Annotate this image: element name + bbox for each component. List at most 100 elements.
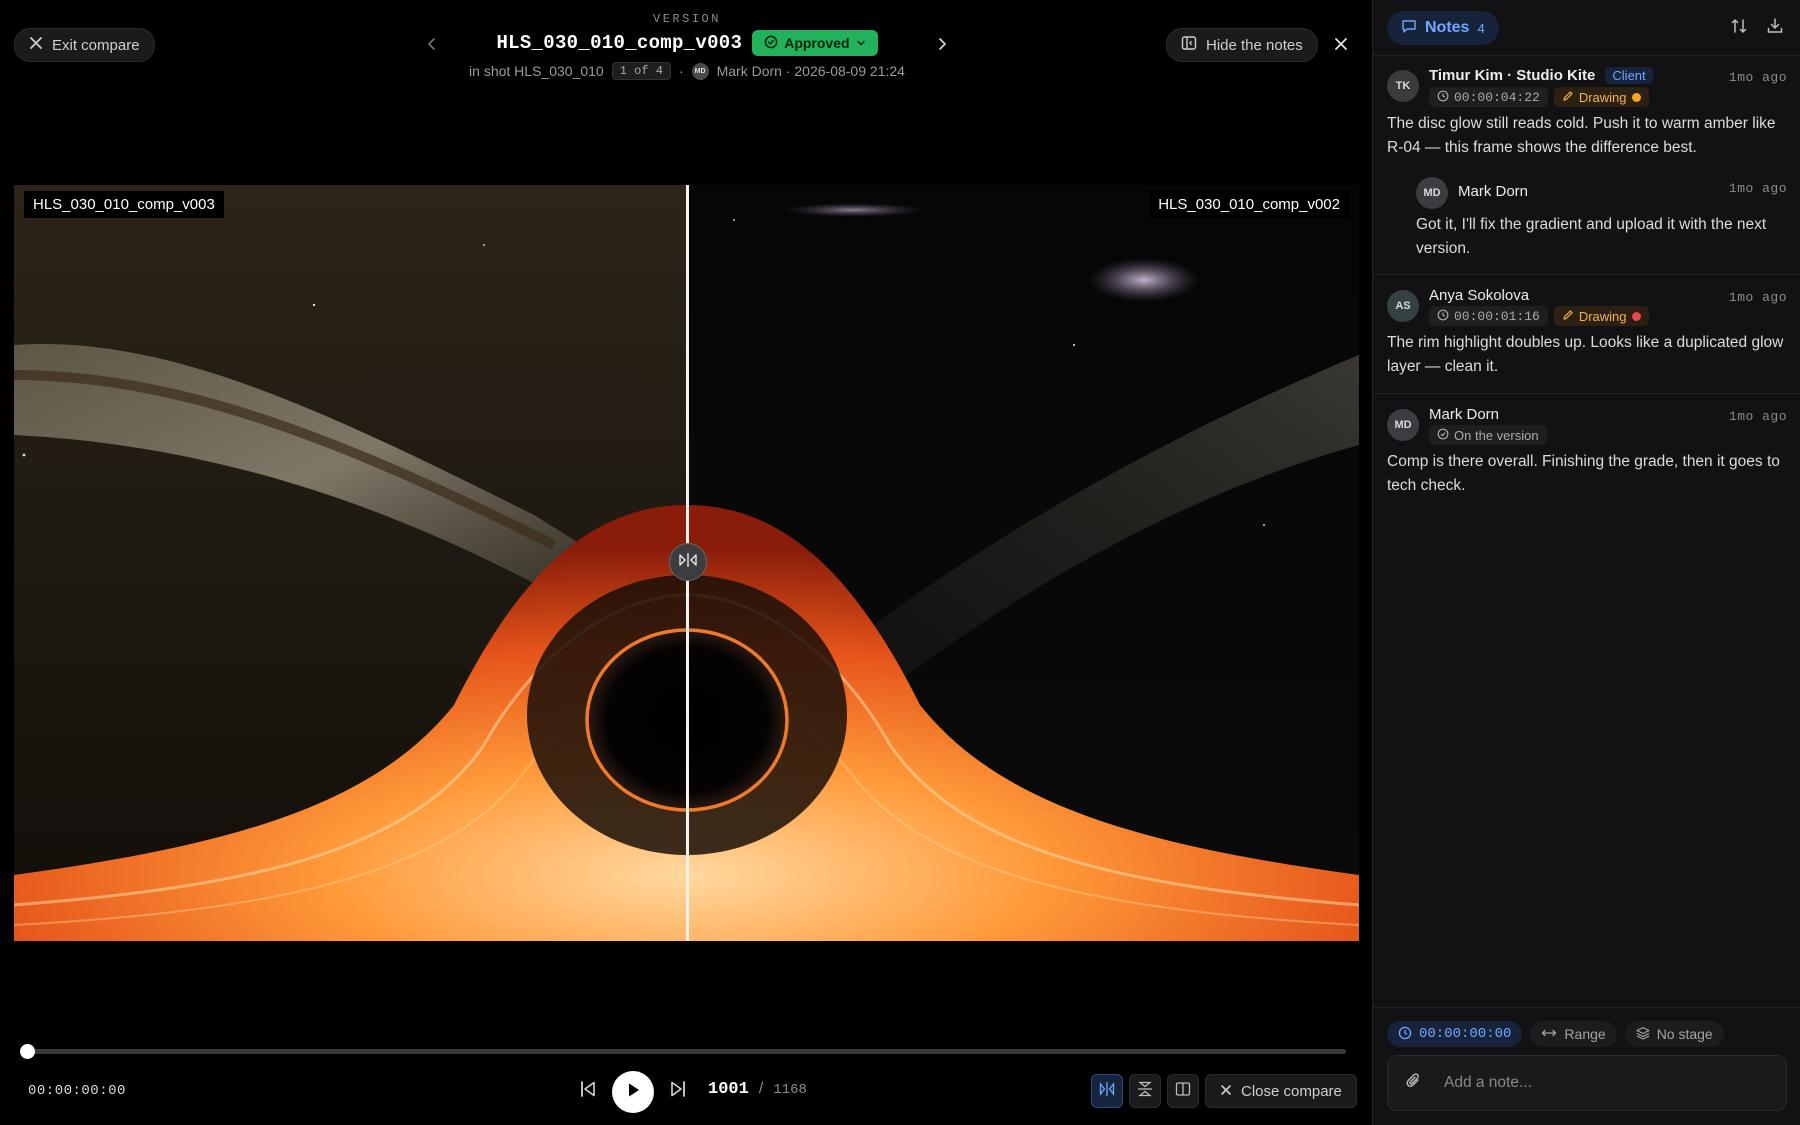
drawing-chip-label: Drawing: [1578, 308, 1627, 324]
composer-timecode: 00:00:00:00: [1419, 1026, 1512, 1042]
pencil-icon: [1562, 309, 1574, 324]
skip-back-icon: [578, 1079, 598, 1104]
note-author: Timur Kim · Studio Kite Client: [1429, 67, 1653, 84]
composer-timecode-chip[interactable]: 00:00:00:00: [1387, 1021, 1523, 1047]
note-input[interactable]: [1444, 1074, 1774, 1092]
version-header: VERSION HLS_030_010_comp_v003 Approved i…: [400, 12, 974, 80]
hide-notes-label: Hide the notes: [1206, 36, 1303, 54]
pencil-icon: [1562, 90, 1574, 105]
split-vertical-mode-button[interactable]: [1129, 1074, 1161, 1108]
side-by-side-mode-button[interactable]: [1167, 1074, 1199, 1108]
notes-header: Notes 4: [1373, 0, 1800, 56]
drawing-chip[interactable]: Drawing: [1553, 306, 1649, 326]
note-composer: [1387, 1055, 1787, 1111]
notes-panel: Notes 4 TK Timur Kim · Studio Kite Client…: [1372, 0, 1800, 1125]
timecode-chip-label: 00:00:04:22: [1454, 89, 1540, 105]
split-horizontal-mode-button[interactable]: [1091, 1074, 1123, 1108]
version-kicker: VERSION: [653, 12, 721, 26]
check-circle-icon: [1437, 428, 1449, 443]
compare-stage[interactable]: HLS_030_010_comp_v003 HLS_030_010_comp_v…: [14, 185, 1359, 941]
client-badge: Client: [1605, 67, 1653, 84]
timecode-chip[interactable]: 00:00:01:16: [1429, 306, 1548, 326]
note-item[interactable]: AS Anya Sokolova 1mo ago 00:00:01:16 Dra…: [1373, 275, 1800, 394]
close-viewer-button[interactable]: [1328, 33, 1354, 59]
scope-chip: On the version: [1429, 425, 1547, 445]
frame-separator: /: [758, 1080, 764, 1097]
note-time: 1mo ago: [1728, 70, 1787, 85]
composer-options: 00:00:00:00 Range No stage: [1387, 1021, 1724, 1047]
exit-compare-button[interactable]: Exit compare: [14, 28, 155, 62]
notes-count: 4: [1477, 20, 1485, 36]
drawing-color-dot: [1631, 92, 1641, 102]
download-icon: [1766, 17, 1784, 40]
version-title: HLS_030_010_comp_v003: [496, 32, 743, 54]
chevron-right-icon: [936, 36, 948, 57]
status-badge[interactable]: Approved: [752, 30, 878, 56]
download-button[interactable]: [1763, 16, 1787, 40]
skip-back-button[interactable]: [576, 1078, 600, 1104]
version-title-row: HLS_030_010_comp_v003 Approved: [400, 30, 974, 56]
notes-tab[interactable]: Notes 4: [1387, 11, 1499, 45]
layers-icon: [1636, 1026, 1650, 1043]
range-chip[interactable]: Range: [1530, 1021, 1617, 1047]
scope-chip-label: On the version: [1454, 427, 1539, 443]
clock-icon: [1437, 90, 1449, 105]
hide-notes-button[interactable]: Hide the notes: [1166, 28, 1318, 62]
review-viewer: Exit compare VERSION HLS_030_010_comp_v0…: [0, 0, 1372, 1125]
note-chips: 00:00:04:22 Drawing: [1429, 87, 1649, 107]
split-arrows-icon: [678, 552, 698, 573]
skip-forward-button[interactable]: [666, 1078, 690, 1104]
note-chips: 00:00:01:16 Drawing: [1429, 306, 1649, 326]
split-handle[interactable]: [669, 543, 707, 581]
note-item[interactable]: MD Mark Dorn 1mo ago On the version Comp…: [1373, 394, 1800, 509]
current-timecode: 00:00:00:00: [28, 1083, 126, 1099]
split-wipe-icon: [1099, 1081, 1115, 1102]
play-icon: [624, 1081, 642, 1104]
avatar: AS: [1387, 290, 1419, 322]
note-time: 1mo ago: [1728, 290, 1787, 305]
shot-text: in shot HLS_030_010: [469, 63, 604, 79]
note-author: Mark Dorn: [1429, 406, 1500, 423]
reply-author: Mark Dorn: [1458, 183, 1529, 200]
timecode-chip-label: 00:00:01:16: [1454, 308, 1540, 324]
panel-icon: [1181, 35, 1197, 55]
timeline-scrubber[interactable]: [28, 1049, 1346, 1054]
clock-icon: [1398, 1026, 1412, 1043]
status-label: Approved: [784, 35, 850, 51]
version-meta-row: in shot HLS_030_010 1 of 4 · MD Mark Dor…: [400, 62, 974, 80]
note-item[interactable]: TK Timur Kim · Studio Kite Client 1mo ago…: [1373, 56, 1800, 275]
drawing-color-dot: [1631, 311, 1641, 321]
sort-button[interactable]: [1727, 16, 1751, 40]
reply-body: Got it, I'll fix the gradient and upload…: [1416, 216, 1767, 257]
timecode-chip[interactable]: 00:00:04:22: [1429, 87, 1548, 107]
side-by-side-icon: [1175, 1081, 1191, 1102]
attach-button[interactable]: [1402, 1071, 1426, 1095]
sort-icon: [1730, 17, 1748, 40]
play-button[interactable]: [612, 1071, 654, 1113]
stage-chip[interactable]: No stage: [1624, 1021, 1724, 1047]
note-author-name: Timur Kim · Studio Kite: [1429, 67, 1596, 84]
next-version-button[interactable]: [930, 34, 954, 58]
range-label: Range: [1564, 1026, 1606, 1042]
total-frames: 1168: [773, 1082, 807, 1098]
drawing-chip-label: Drawing: [1578, 89, 1627, 105]
close-compare-button[interactable]: Close compare: [1205, 1074, 1357, 1108]
note-chips: On the version: [1429, 425, 1547, 445]
right-version-label: HLS_030_010_comp_v002: [1149, 191, 1349, 218]
paperclip-icon: [1405, 1072, 1423, 1095]
current-frame: 1001: [708, 1080, 749, 1099]
close-icon: [1220, 1083, 1232, 1100]
stage-label: No stage: [1656, 1026, 1713, 1042]
close-compare-label: Close compare: [1241, 1082, 1342, 1100]
check-circle-icon: [764, 35, 778, 52]
avatar: TK: [1387, 70, 1419, 102]
version-counter: 1 of 4: [611, 62, 671, 80]
drawing-chip[interactable]: Drawing: [1553, 87, 1649, 107]
note-body: Comp is there overall. Finishing the gra…: [1387, 453, 1780, 494]
close-icon: [29, 36, 43, 54]
reply-time: 1mo ago: [1728, 181, 1787, 196]
separator-dot: ·: [678, 63, 684, 79]
note-body: The disc glow still reads cold. Push it …: [1387, 115, 1776, 156]
playhead-knob[interactable]: [20, 1044, 35, 1059]
avatar: MD: [1387, 409, 1419, 441]
